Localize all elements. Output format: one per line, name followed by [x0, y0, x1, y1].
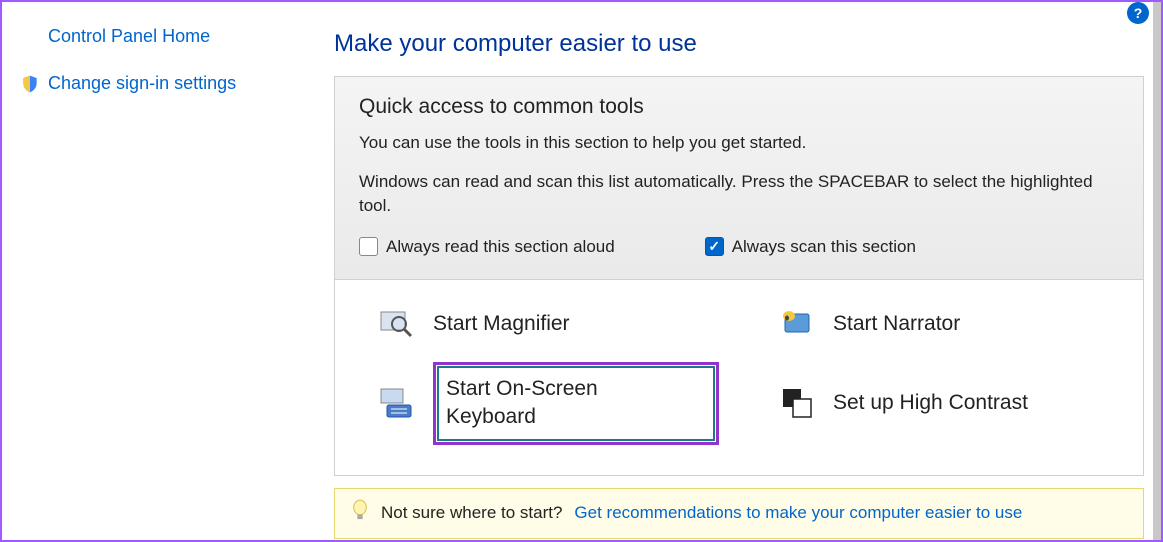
main-content: Make your computer easier to use Quick a… — [334, 30, 1144, 539]
help-icon[interactable]: ? — [1127, 2, 1149, 24]
high-contrast-tool[interactable]: Set up High Contrast — [779, 362, 1119, 445]
read-aloud-checkbox[interactable] — [359, 237, 378, 256]
magnifier-label: Start Magnifier — [433, 312, 570, 336]
narrator-icon — [779, 306, 815, 342]
sidebar: Control Panel Home Change sign-in settin… — [20, 26, 300, 120]
page-title: Make your computer easier to use — [334, 30, 1144, 58]
quick-access-desc1: You can use the tools in this section to… — [359, 131, 1119, 156]
magnifier-icon — [379, 306, 415, 342]
recommendation-prompt: Not sure where to start? — [381, 503, 562, 523]
high-contrast-label: Set up High Contrast — [833, 391, 1028, 415]
sidebar-signin-label: Change sign-in settings — [48, 73, 236, 94]
quick-access-desc2: Windows can read and scan this list auto… — [359, 170, 1119, 219]
scan-section-checkbox[interactable] — [705, 237, 724, 256]
sidebar-home-label: Control Panel Home — [48, 26, 210, 47]
checkbox-row: Always read this section aloud Always sc… — [359, 237, 1119, 257]
control-panel-home-link[interactable]: Control Panel Home — [20, 26, 300, 47]
shield-icon — [20, 74, 40, 94]
quick-access-title: Quick access to common tools — [359, 95, 1119, 119]
narrator-tool[interactable]: Start Narrator — [779, 306, 1119, 342]
tools-section: Start Magnifier Start Narrator — [334, 280, 1144, 476]
onscreen-keyboard-label: Start On-Screen Keyboard — [433, 362, 719, 445]
scan-section-checkbox-item[interactable]: Always scan this section — [705, 237, 916, 257]
narrator-label: Start Narrator — [833, 312, 960, 336]
quick-access-section: Quick access to common tools You can use… — [334, 76, 1144, 280]
keyboard-icon — [379, 385, 415, 421]
onscreen-keyboard-tool[interactable]: Start On-Screen Keyboard — [379, 362, 719, 445]
lightbulb-icon — [351, 499, 369, 528]
scrollbar[interactable] — [1153, 2, 1161, 540]
high-contrast-icon — [779, 385, 815, 421]
recommendation-bar: Not sure where to start? Get recommendat… — [334, 488, 1144, 539]
change-signin-settings-link[interactable]: Change sign-in settings — [20, 73, 300, 94]
recommendation-link[interactable]: Get recommendations to make your compute… — [574, 503, 1022, 523]
scan-section-label: Always scan this section — [732, 237, 916, 257]
magnifier-tool[interactable]: Start Magnifier — [379, 306, 719, 342]
read-aloud-checkbox-item[interactable]: Always read this section aloud — [359, 237, 615, 257]
read-aloud-label: Always read this section aloud — [386, 237, 615, 257]
